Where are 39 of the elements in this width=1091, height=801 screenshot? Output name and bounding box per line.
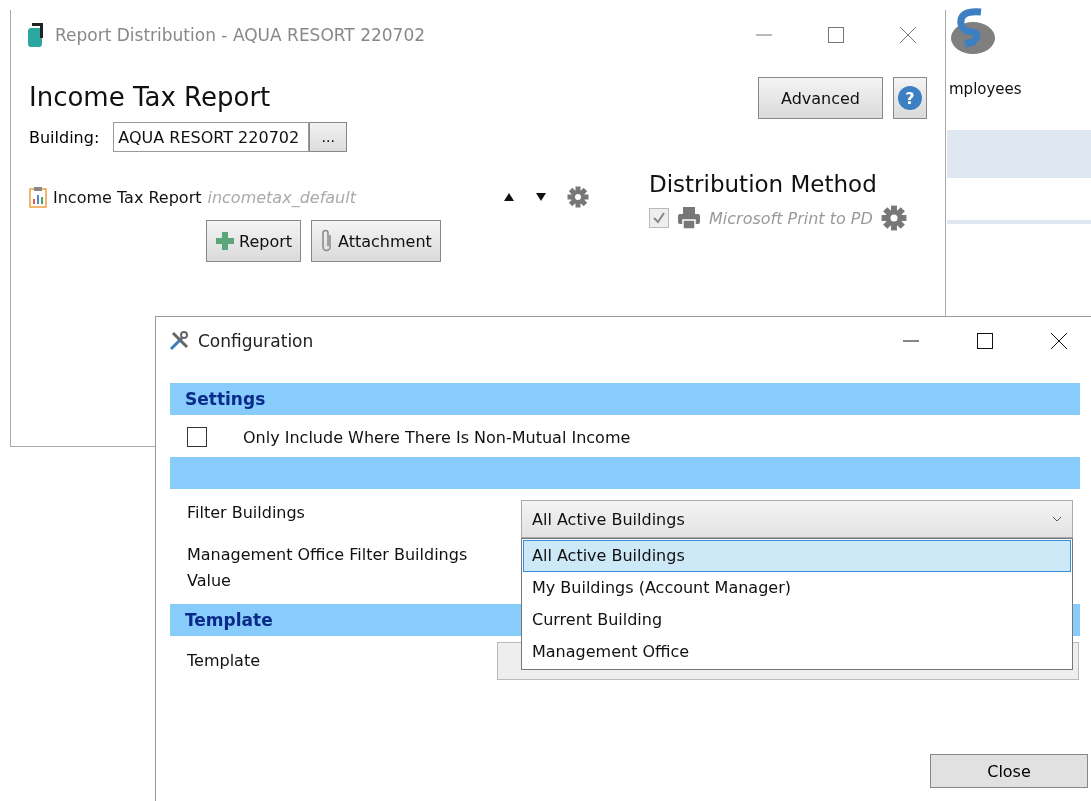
up-arrow-icon[interactable] [503, 192, 515, 202]
dropdown-option[interactable]: Current Building [523, 604, 1071, 636]
gear-icon[interactable] [567, 186, 589, 208]
nav-label[interactable]: mployees [949, 80, 1022, 98]
building-field[interactable]: AQUA RESORT 220702 [113, 122, 310, 152]
window-title: Report Distribution - AQUA RESORT 220702 [55, 25, 426, 45]
checkbox[interactable] [187, 427, 207, 447]
field-label: Template [187, 650, 261, 672]
app-icon [27, 22, 45, 48]
dialog-title: Configuration [198, 331, 314, 351]
attachment-button[interactable]: Attachment [311, 220, 441, 262]
distribution-method-title: Distribution Method [649, 171, 878, 197]
close-icon[interactable] [1050, 332, 1068, 350]
help-button[interactable]: ? [893, 77, 927, 119]
template-name: incometax_default [207, 187, 356, 207]
checkbox-label: Only Include Where There Is Non-Mutual Income [243, 427, 631, 447]
add-report-button[interactable]: Report [206, 220, 302, 262]
report-heading: Income Tax Report [29, 82, 272, 112]
report-icon [29, 186, 47, 208]
tools-icon [168, 330, 190, 352]
close-button[interactable]: Close [930, 754, 1088, 788]
maximize-icon[interactable] [976, 332, 994, 350]
browse-button[interactable]: ... [309, 122, 348, 152]
section-header: Settings [170, 383, 1080, 415]
advanced-button[interactable]: Advanced [757, 77, 883, 119]
gear-icon[interactable] [880, 205, 907, 231]
dropdown-option[interactable]: Management Office [523, 636, 1071, 668]
building-label: Building: [29, 127, 100, 147]
dropdown-option[interactable]: My Buildings (Account Manager) [523, 572, 1071, 604]
field-label: Management Office Filter Buildings Value [187, 544, 469, 592]
plus-icon [215, 231, 235, 251]
filter-buildings-dropdown[interactable]: All Active Buildings [521, 500, 1073, 538]
method-name: Microsoft Print to PD [709, 208, 873, 228]
field-label: Filter Buildings [187, 502, 306, 524]
down-arrow-icon[interactable] [535, 192, 547, 202]
report-name: Income Tax Report [53, 187, 202, 207]
chevron-down-icon [1052, 516, 1062, 522]
dropdown-option[interactable]: All Active Buildings [523, 540, 1071, 572]
printer-icon [677, 206, 701, 230]
